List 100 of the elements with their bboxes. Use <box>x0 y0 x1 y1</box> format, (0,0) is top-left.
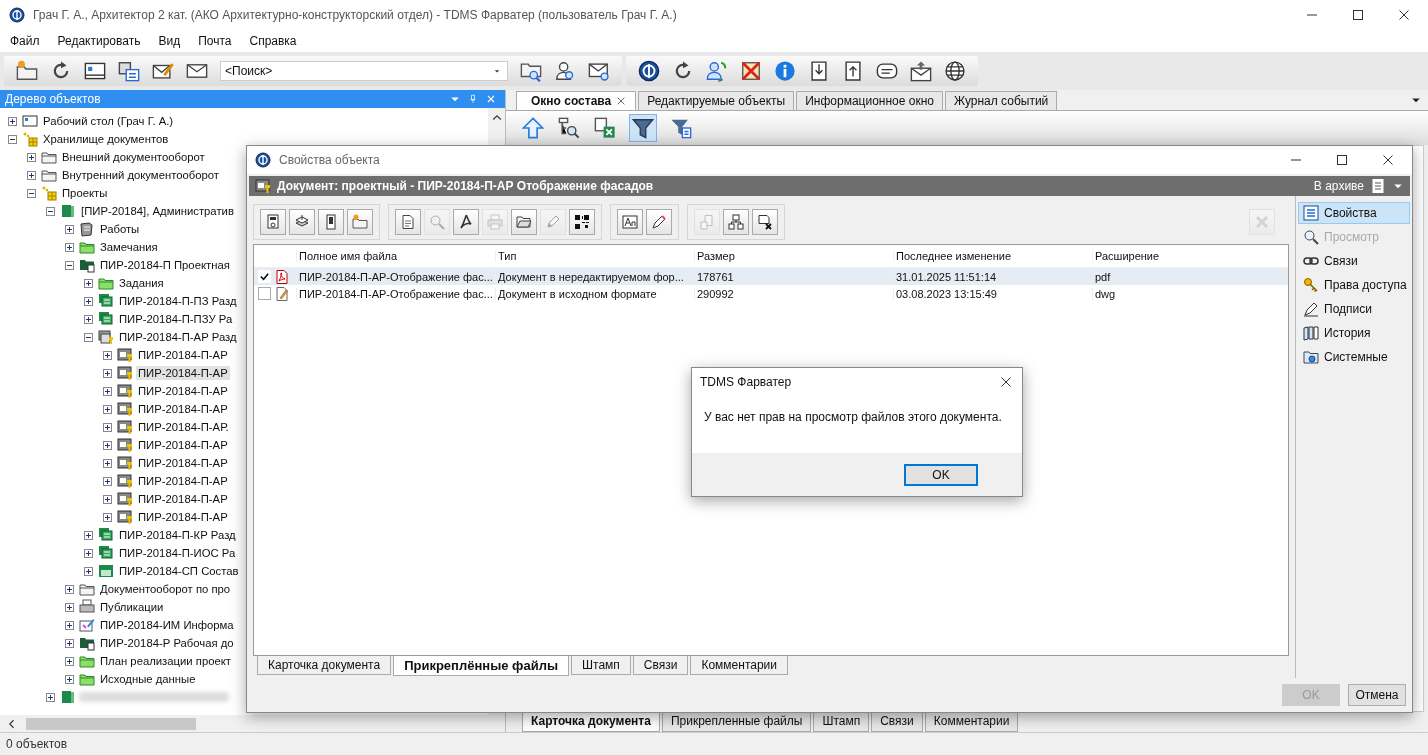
tree-item[interactable]: ПИР-20184-Р Рабочая до <box>98 636 236 650</box>
tree-item[interactable]: План реализации проект <box>98 654 234 668</box>
chat-icon[interactable] <box>876 60 898 82</box>
up-arrow-icon[interactable] <box>522 117 544 139</box>
tab[interactable]: Прикреплённые файлы <box>393 656 570 676</box>
expand-icon[interactable] <box>46 692 55 702</box>
plugin-icon[interactable] <box>118 60 140 82</box>
users-sync-icon[interactable] <box>706 60 728 82</box>
folder-search-icon[interactable] <box>520 60 542 82</box>
acrobat-button[interactable] <box>453 209 479 235</box>
ok-button[interactable]: OK <box>904 463 978 486</box>
document-lock-button[interactable] <box>260 209 286 235</box>
tree-item[interactable]: ПИР-20184-П-АР Разд <box>117 330 239 344</box>
qr-code-button[interactable] <box>569 209 595 235</box>
excel-icon[interactable] <box>594 117 616 139</box>
side-menu-item[interactable]: Системные <box>1298 346 1410 368</box>
globe-icon[interactable] <box>944 60 966 82</box>
expand-icon[interactable] <box>103 386 112 396</box>
tree-item[interactable]: ПИР-20184-ИМ Информа <box>98 618 236 632</box>
tree-item[interactable]: Документооборот по про <box>98 582 233 596</box>
side-menu-item[interactable]: Связи <box>1298 250 1410 272</box>
tree-item[interactable]: [ПИР-20184], Административ <box>79 204 236 218</box>
mail-search-icon[interactable] <box>588 60 610 82</box>
document-icon[interactable] <box>1370 178 1386 194</box>
tree-item[interactable]: ПИР-20184-П-АР <box>136 492 230 506</box>
expand-icon[interactable] <box>84 566 93 576</box>
tree-item[interactable]: Проекты <box>60 186 110 200</box>
cross-icon[interactable] <box>740 60 762 82</box>
side-menu-item[interactable]: Свойства <box>1298 202 1410 224</box>
tree-item[interactable]: ПИР-20184-П-АР <box>136 456 230 470</box>
expand-icon[interactable] <box>65 224 74 234</box>
user-search-icon[interactable] <box>554 60 576 82</box>
document-up-icon[interactable] <box>842 60 864 82</box>
expand-icon[interactable] <box>84 530 93 540</box>
tab[interactable]: Комментарии <box>690 656 789 675</box>
new-folder-icon[interactable] <box>16 60 38 82</box>
tab[interactable]: Прикрепленные файлы <box>661 712 812 732</box>
tree-item[interactable]: ПИР-20184-П-АР <box>136 474 230 488</box>
tree-item[interactable]: Задания <box>117 276 166 290</box>
menu-item[interactable]: Редактировать <box>57 34 141 48</box>
tree-item[interactable]: Внешний документооборот <box>60 150 207 164</box>
tab[interactable]: Связи <box>632 656 689 675</box>
tree-item[interactable]: ПИР-20184-П-АР. <box>136 420 231 434</box>
logo-icon[interactable] <box>638 60 660 82</box>
layers-button[interactable] <box>289 209 315 235</box>
tab[interactable]: Штамп <box>813 712 870 732</box>
pen-button[interactable] <box>646 209 672 235</box>
expand-icon[interactable] <box>103 440 112 450</box>
column-header[interactable]: Размер <box>694 250 893 262</box>
expand-icon[interactable] <box>84 314 93 324</box>
network-button[interactable] <box>723 209 749 235</box>
tree-search-icon[interactable] <box>558 117 580 139</box>
tab[interactable]: Карточка документа <box>522 712 660 732</box>
tab[interactable]: Связи <box>871 712 923 732</box>
window-icon[interactable] <box>84 60 106 82</box>
expand-icon[interactable] <box>103 368 112 378</box>
tree-item[interactable]: Исходные данные <box>98 672 198 686</box>
open-folder-button[interactable] <box>511 209 537 235</box>
tree-item[interactable]: ПИР-20184-П-АР <box>136 510 230 524</box>
preview-button[interactable] <box>395 209 421 235</box>
column-header[interactable]: Полное имя файла <box>296 250 495 262</box>
info-icon[interactable] <box>774 60 796 82</box>
tree-item[interactable]: ПИР-20184-П-КР Разд <box>117 528 238 542</box>
expand-icon[interactable] <box>103 494 112 504</box>
collapse-icon[interactable] <box>84 332 93 342</box>
menu-item[interactable]: Справка <box>249 34 297 48</box>
mail-edit-icon[interactable] <box>152 60 174 82</box>
tree-item[interactable]: ПИР-20184-П-АР <box>136 348 230 362</box>
expand-icon[interactable] <box>84 278 93 288</box>
expand-icon[interactable] <box>103 512 112 522</box>
expand-icon[interactable] <box>65 242 74 252</box>
expand-icon[interactable] <box>103 458 112 468</box>
collapse-icon[interactable] <box>27 188 36 198</box>
delete-document-button[interactable] <box>752 209 778 235</box>
mail-send-icon[interactable] <box>910 60 932 82</box>
column-header[interactable]: Тип <box>495 250 694 262</box>
side-menu-item[interactable]: Права доступа <box>1298 274 1410 296</box>
tree-item[interactable]: Замечания <box>98 240 160 254</box>
tree-item[interactable]: Рабочий стол (Грач Г. А.) <box>41 114 176 128</box>
side-menu-item[interactable]: История <box>1298 322 1410 344</box>
tree-item[interactable]: ПИР-20184-П-АР <box>136 384 230 398</box>
tree-item[interactable]: ПИР-20184-П-ИОС Ра <box>117 546 238 560</box>
tab[interactable]: Редактируемые объекты <box>638 91 795 110</box>
tree-item[interactable]: Публикации <box>98 600 166 614</box>
tab[interactable]: Комментарии <box>924 712 1019 732</box>
expand-icon[interactable] <box>84 548 93 558</box>
filter-list-icon[interactable] <box>670 117 692 139</box>
font-button[interactable] <box>617 209 643 235</box>
tab[interactable]: Штамп <box>571 656 631 675</box>
maximize-icon[interactable] <box>1350 7 1366 23</box>
checkbox[interactable] <box>257 287 271 300</box>
tree-item[interactable]: ПИР-20184-П Проектная <box>98 258 232 272</box>
tree-item[interactable]: Хранилище документов <box>41 132 171 146</box>
column-header[interactable]: Расширение <box>1092 250 1275 262</box>
expand-icon[interactable] <box>65 656 74 666</box>
tree-item[interactable]: ПИР-20184-П-ПЗУ Ра <box>117 312 235 326</box>
expand-icon[interactable] <box>8 116 17 126</box>
clip-button[interactable] <box>318 209 344 235</box>
side-menu-item[interactable]: Подписи <box>1298 298 1410 320</box>
tab[interactable]: Карточка документа <box>257 656 392 675</box>
